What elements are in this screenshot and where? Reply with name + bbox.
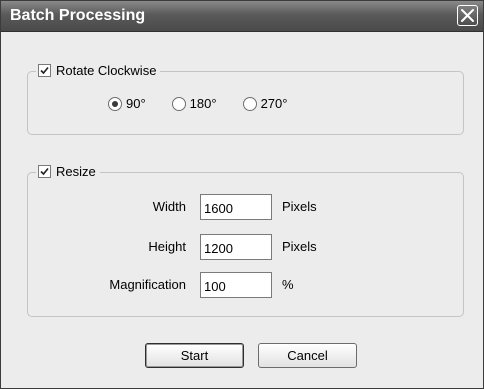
height-unit: Pixels (282, 239, 317, 254)
width-unit: Pixels (282, 199, 317, 214)
rotation-radio-group: 90° 180° 270° (108, 96, 313, 111)
radio-180-label: 180° (189, 96, 217, 111)
radio-270[interactable]: 270° (242, 96, 288, 111)
radio-90[interactable]: 90° (108, 96, 146, 111)
resize-checkbox-label: Resize (56, 164, 96, 179)
rotate-checkbox[interactable]: Rotate Clockwise (36, 63, 161, 78)
radio-270-circle[interactable] (242, 96, 257, 111)
resize-group: Resize Width Pixels Height Pixels Magnif… (27, 164, 465, 317)
radio-270-label: 270° (260, 96, 288, 111)
checkmark-icon (40, 66, 49, 75)
title-bar[interactable]: Batch Processing (1, 1, 483, 32)
magnification-label: Magnification (109, 277, 186, 292)
window-title: Batch Processing (10, 7, 146, 24)
radio-90-label: 90° (126, 96, 146, 111)
rotate-checkbox-box[interactable] (38, 64, 51, 77)
width-row: Width Pixels (28, 194, 465, 220)
resize-checkbox[interactable]: Resize (36, 164, 100, 179)
radio-180-circle[interactable] (171, 96, 186, 111)
close-icon (461, 9, 474, 22)
height-row: Height Pixels (28, 234, 465, 260)
rotate-group: Rotate Clockwise 90° 180° 270° (27, 63, 464, 135)
width-input[interactable] (200, 194, 272, 220)
close-button[interactable] (457, 5, 478, 26)
batch-processing-dialog: Batch Processing Rotate Clockwise 90° 18… (0, 0, 484, 389)
width-label: Width (152, 199, 186, 214)
resize-checkbox-box[interactable] (38, 165, 51, 178)
radio-selected-dot (112, 100, 118, 107)
radio-90-circle[interactable] (108, 96, 122, 111)
start-button[interactable]: Start (145, 343, 244, 368)
radio-180[interactable]: 180° (171, 96, 217, 111)
height-input[interactable] (200, 234, 272, 260)
magnification-input[interactable] (200, 272, 272, 298)
checkmark-icon (40, 167, 49, 176)
magnification-row: Magnification % (28, 272, 465, 298)
magnification-unit: % (282, 277, 294, 292)
cancel-button[interactable]: Cancel (258, 343, 357, 368)
rotate-checkbox-label: Rotate Clockwise (56, 63, 157, 78)
height-label: Height (148, 239, 186, 254)
